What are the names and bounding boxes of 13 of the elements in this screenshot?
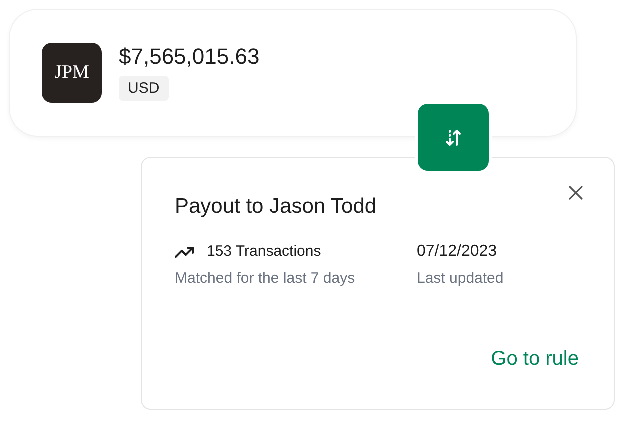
account-balance: $7,565,015.63 <box>119 44 260 70</box>
trending-up-icon <box>175 246 195 258</box>
currency-tag: USD <box>119 76 169 100</box>
swap-button[interactable] <box>418 104 489 171</box>
close-icon[interactable] <box>568 185 584 201</box>
stat-caption: Matched for the last 7 days <box>175 269 356 289</box>
go-to-rule-link[interactable]: Go to rule <box>491 347 579 371</box>
transaction-count: 153 Transactions <box>207 242 322 262</box>
rule-title: Payout to Jason Todd <box>175 194 377 220</box>
sort-arrows-icon <box>446 128 462 146</box>
updated-date: 07/12/2023 <box>417 242 498 262</box>
stat-caption: Last updated <box>417 269 504 289</box>
bank-logo: JPM <box>42 43 102 103</box>
